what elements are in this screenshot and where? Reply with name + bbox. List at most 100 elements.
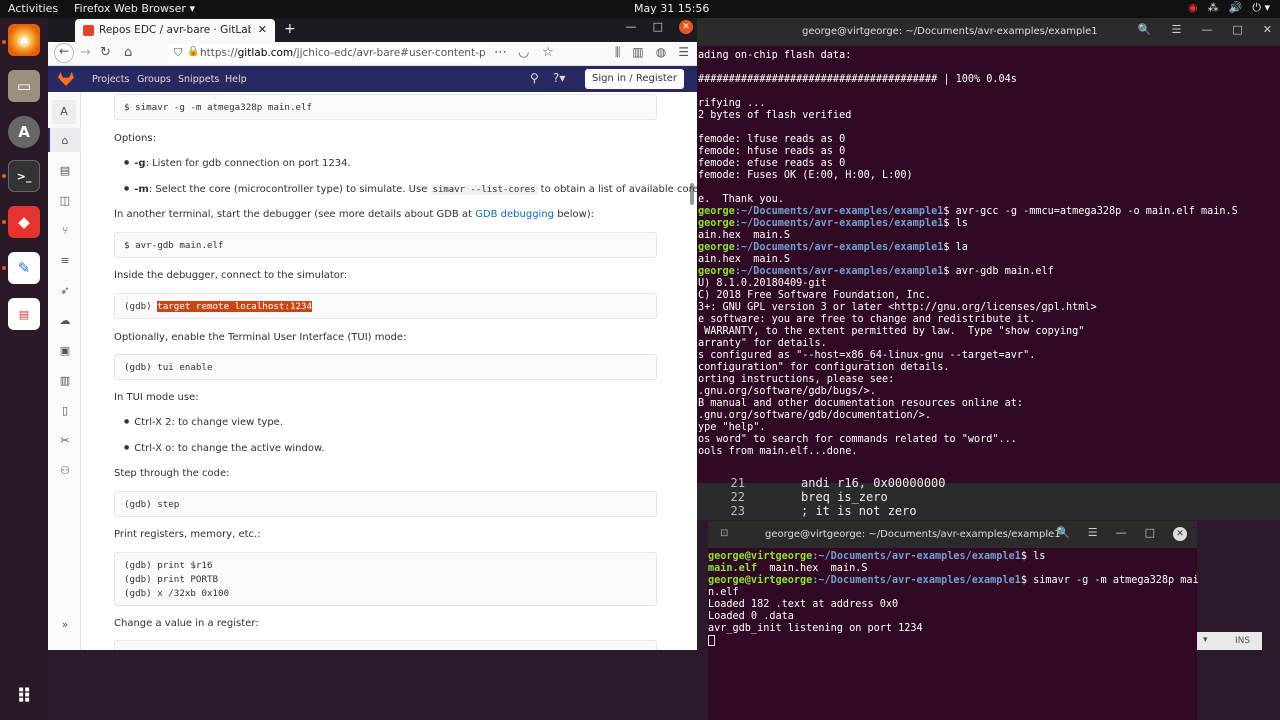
help-icon[interactable]: ?▾ xyxy=(553,71,565,85)
update-icon[interactable]: ◉ xyxy=(1188,1,1198,15)
software-icon[interactable]: A xyxy=(8,116,40,148)
simavr-output: Loaded 182 .text at address 0x0 xyxy=(708,599,899,610)
firefox-window[interactable]: Repos EDC / avr-bare · GitLab ✕ + — □ ✕ … xyxy=(48,18,697,650)
menu-icon[interactable]: ☰ xyxy=(678,45,689,60)
lock-icon[interactable]: 🔒 xyxy=(187,46,199,57)
power-icon[interactable]: ⏻ ▾ xyxy=(1252,1,1270,15)
terminal-titlebar[interactable]: ⊡ george@virtgeorge: ~/Documents/avr-exa… xyxy=(708,521,1197,548)
wiki-icon[interactable]: ▯ xyxy=(58,404,72,417)
merge-request-icon[interactable]: ⑂ xyxy=(58,224,72,237)
members-icon[interactable]: ⚇ xyxy=(58,464,72,477)
terminal-titlebar[interactable]: george@virtgeorge: ~/Documents/avr-examp… xyxy=(697,18,1280,46)
command-continuation: n.elf xyxy=(708,587,739,598)
url-text[interactable]: https://gitlab.com/jjchico-edc/avr-bare#… xyxy=(200,47,485,59)
close-icon[interactable]: ✕ xyxy=(1263,24,1272,36)
app-menu[interactable]: Firefox Web Browser ▾ xyxy=(74,2,195,15)
page-actions-icon[interactable]: ⋯ xyxy=(494,45,507,60)
menu-icon[interactable]: ☰ xyxy=(1172,24,1182,36)
command: $ ls xyxy=(943,218,968,229)
project-avatar[interactable]: A xyxy=(52,100,76,124)
nav-snippets[interactable]: Snippets xyxy=(178,74,219,85)
options-label: Options: xyxy=(114,133,156,144)
chevron-down-icon[interactable]: ▾ xyxy=(1203,635,1208,645)
close-icon[interactable]: ✕ xyxy=(1173,527,1187,541)
repository-icon[interactable]: ▤ xyxy=(58,164,72,177)
line-number: 21 xyxy=(730,476,745,490)
terminal-window-front[interactable]: ⊡ george@virtgeorge: ~/Documents/avr-exa… xyxy=(708,521,1199,720)
nav-help[interactable]: Help xyxy=(225,74,247,85)
package-icon[interactable]: ▣ xyxy=(58,344,72,357)
anydesk-icon[interactable]: ◆ xyxy=(8,206,40,238)
command: $ la xyxy=(943,242,968,253)
rocket-icon[interactable]: ➶ xyxy=(58,284,72,297)
code-line: ; it is not zero xyxy=(801,504,917,518)
network-icon[interactable]: ⁂ xyxy=(1208,1,1219,15)
cloud-icon[interactable]: ☁ xyxy=(58,314,72,327)
reload-icon[interactable]: ↻ xyxy=(100,45,111,60)
snippets-icon[interactable]: ✂ xyxy=(58,434,72,447)
maximize-icon[interactable]: □ xyxy=(653,20,663,34)
prompt-user: george xyxy=(698,266,735,277)
volume-icon[interactable]: 🔊 xyxy=(1229,1,1243,15)
tab-gitlab[interactable]: Repos EDC / avr-bare · GitLab ✕ xyxy=(75,19,275,42)
search-icon[interactable]: 🔍 xyxy=(1056,527,1070,541)
new-tab-button[interactable]: + xyxy=(284,21,296,37)
code-block: (gdb) target remote localhost:1234 xyxy=(114,293,657,319)
gitlab-logo-icon[interactable] xyxy=(58,72,74,86)
bookmark-star-icon[interactable]: ☆ xyxy=(542,45,554,60)
home-icon[interactable]: ⌂ xyxy=(58,134,72,147)
sidebar-icon[interactable]: ▥ xyxy=(632,45,643,60)
show-apps-icon[interactable]: ⠿ xyxy=(8,680,40,712)
forward-icon[interactable]: → xyxy=(80,45,91,60)
search-icon[interactable]: 🔍 xyxy=(1138,24,1152,36)
issues-icon[interactable]: ◫ xyxy=(58,194,72,207)
option-m: -m: Select the core (microcontroller typ… xyxy=(124,184,697,195)
command: $ avr-gcc -g -mmcu=atmega328p -o main.el… xyxy=(943,206,1238,217)
selected-text[interactable]: target remote localhost:1234 xyxy=(157,301,313,312)
minimize-icon[interactable]: — xyxy=(1201,24,1212,36)
code-editor[interactable]: 21 andi r16, 0x00000000 22 breq is_zero … xyxy=(697,476,1280,520)
clock[interactable]: May 31 15:56 xyxy=(634,2,709,15)
pocket-icon[interactable]: ◡ xyxy=(518,45,529,60)
text-editor-icon[interactable]: ✎ xyxy=(8,252,40,284)
gdb-debugging-link[interactable]: GDB debugging xyxy=(475,209,554,220)
terminal-output: ading on-chip flash data: ##############… xyxy=(697,46,1280,458)
command: $ ls xyxy=(1020,551,1046,562)
home-icon[interactable]: ⌂ xyxy=(124,45,132,60)
tab-title: Repos EDC / avr-bare · GitLab xyxy=(99,24,251,36)
search-icon[interactable]: ⚲ xyxy=(530,71,539,85)
scanner-icon[interactable]: ▤ xyxy=(8,298,40,330)
firefox-icon[interactable]: ◉ xyxy=(8,24,40,56)
change-paragraph: Change a value in a register: xyxy=(114,618,259,629)
tui-bullet: Ctrl-X o: to change the active window. xyxy=(124,443,324,454)
list-icon[interactable]: ≡ xyxy=(58,254,72,267)
code-block: (gdb) tui enable xyxy=(114,354,657,380)
system-tray[interactable]: ◉ ⁂ 🔊 ⏻ ▾ xyxy=(1188,1,1270,15)
close-icon[interactable]: ✕ xyxy=(679,20,693,34)
activities-button[interactable]: Activities xyxy=(8,2,58,15)
minimize-icon[interactable]: — xyxy=(1116,527,1127,541)
nav-groups[interactable]: Groups xyxy=(137,74,171,85)
url-bar[interactable]: ⛉ 🔒 https://gitlab.com/jjchico-edc/avr-b… xyxy=(168,44,488,63)
minimize-icon[interactable]: — xyxy=(626,20,637,34)
new-tab-icon[interactable]: ⊡ xyxy=(720,528,728,540)
shield-icon[interactable]: ⛉ xyxy=(174,46,182,60)
account-icon[interactable]: ◍ xyxy=(656,45,666,60)
tab-close-icon[interactable]: ✕ xyxy=(258,23,267,36)
back-icon[interactable]: ← xyxy=(54,43,74,63)
sign-in-button[interactable]: Sign in / Register xyxy=(585,69,685,89)
running-indicator xyxy=(2,40,6,44)
maximize-icon[interactable]: □ xyxy=(1232,24,1242,36)
menu-icon[interactable]: ☰ xyxy=(1088,527,1098,541)
project-sidebar: A ⌂ ▤ ◫ ⑂ ≡ ➶ ☁ ▣ ▥ ▯ ✂ ⚇ » xyxy=(48,92,81,650)
terminal-window-back[interactable]: george@virtgeorge: ~/Documents/avr-examp… xyxy=(697,18,1280,483)
nav-projects[interactable]: Projects xyxy=(92,74,129,85)
maximize-icon[interactable]: □ xyxy=(1145,527,1155,541)
collapse-sidebar-icon[interactable]: » xyxy=(58,618,72,631)
simavr-output: avr_gdb_init listening on port 1234 xyxy=(708,623,923,634)
analytics-icon[interactable]: ▥ xyxy=(58,374,72,387)
library-icon[interactable]: ⫼ xyxy=(615,45,621,60)
files-icon[interactable]: ▭ xyxy=(8,70,40,102)
print-paragraph: Print registers, memory, etc.: xyxy=(114,529,261,540)
terminal-icon[interactable]: >_ xyxy=(8,160,40,192)
